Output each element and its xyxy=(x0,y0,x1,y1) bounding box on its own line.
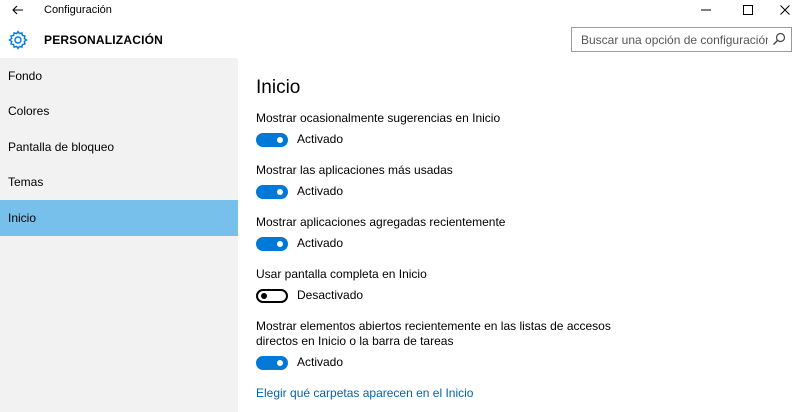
setting-label-pantalla-completa: Usar pantalla completa en Inicio xyxy=(256,267,427,281)
toggle-knob xyxy=(277,241,283,247)
close-icon xyxy=(780,5,790,15)
setting-label-agregadas: Mostrar aplicaciones agregadas recientem… xyxy=(256,215,506,229)
title-bar: Configuración xyxy=(0,0,800,20)
maximize-button[interactable] xyxy=(733,0,763,20)
page-title: Inicio xyxy=(256,77,301,98)
maximize-icon xyxy=(743,5,753,15)
sidebar-item-label: Colores xyxy=(8,104,50,118)
search-input[interactable] xyxy=(572,28,768,51)
sidebar-item-pantalla-de-bloqueo[interactable]: Pantalla de bloqueo xyxy=(0,129,238,165)
sidebar-item-label: Inicio xyxy=(8,211,37,225)
toggle-sugerencias[interactable] xyxy=(256,133,288,147)
sidebar-item-label: Fondo xyxy=(8,69,43,83)
toggle-state-sugerencias: Activado xyxy=(297,132,344,146)
setting-label-mas-usadas: Mostrar las aplicaciones más usadas xyxy=(256,163,453,177)
toggle-knob xyxy=(261,293,267,299)
toggle-state-agregadas: Activado xyxy=(297,236,344,250)
sidebar: Fondo Colores Pantalla de bloqueo Temas … xyxy=(0,58,238,412)
toggle-knob xyxy=(277,360,283,366)
back-button[interactable] xyxy=(8,0,28,20)
gear-icon xyxy=(8,30,28,50)
settings-window: Configuración PERSONALIZACIÓN Buscar una… xyxy=(0,0,800,412)
setting-label-recientes-line2: directos en Inicio o la barra de tareas xyxy=(256,334,454,348)
search-box[interactable] xyxy=(571,27,792,52)
toggle-state-mas-usadas: Activado xyxy=(297,184,344,198)
toggle-recientes[interactable] xyxy=(256,356,288,370)
minimize-button[interactable] xyxy=(691,0,721,20)
back-arrow-icon xyxy=(12,5,23,15)
toggle-pantalla-completa[interactable] xyxy=(256,289,288,303)
sidebar-item-label: Temas xyxy=(8,175,44,189)
toggle-knob xyxy=(277,137,283,143)
toggle-mas-usadas[interactable] xyxy=(256,185,288,199)
choose-folders-link[interactable]: Elegir qué carpetas aparecen en el Inici… xyxy=(256,386,473,400)
main-content: Inicio Mostrar ocasionalmente sugerencia… xyxy=(238,58,800,412)
toggle-state-pantalla-completa: Desactivado xyxy=(297,288,364,302)
setting-label-recientes-line1: Mostrar elementos abiertos recientemente… xyxy=(256,319,611,333)
sidebar-item-colores[interactable]: Colores xyxy=(0,93,238,129)
sidebar-item-temas[interactable]: Temas xyxy=(0,164,238,200)
toggle-state-recientes: Activado xyxy=(297,355,344,369)
toggle-agregadas[interactable] xyxy=(256,237,288,251)
search-icon[interactable] xyxy=(772,32,786,46)
page-header: PERSONALIZACIÓN xyxy=(0,20,800,58)
close-button[interactable] xyxy=(770,0,800,20)
sidebar-item-fondo[interactable]: Fondo xyxy=(0,58,238,94)
sidebar-item-label: Pantalla de bloqueo xyxy=(8,140,115,154)
section-title: PERSONALIZACIÓN xyxy=(44,33,164,47)
setting-label-sugerencias: Mostrar ocasionalmente sugerencias en In… xyxy=(256,111,501,125)
sidebar-item-inicio[interactable]: Inicio xyxy=(0,200,238,236)
minimize-icon xyxy=(701,9,711,11)
app-title: Configuración xyxy=(44,4,112,16)
toggle-knob xyxy=(277,189,283,195)
